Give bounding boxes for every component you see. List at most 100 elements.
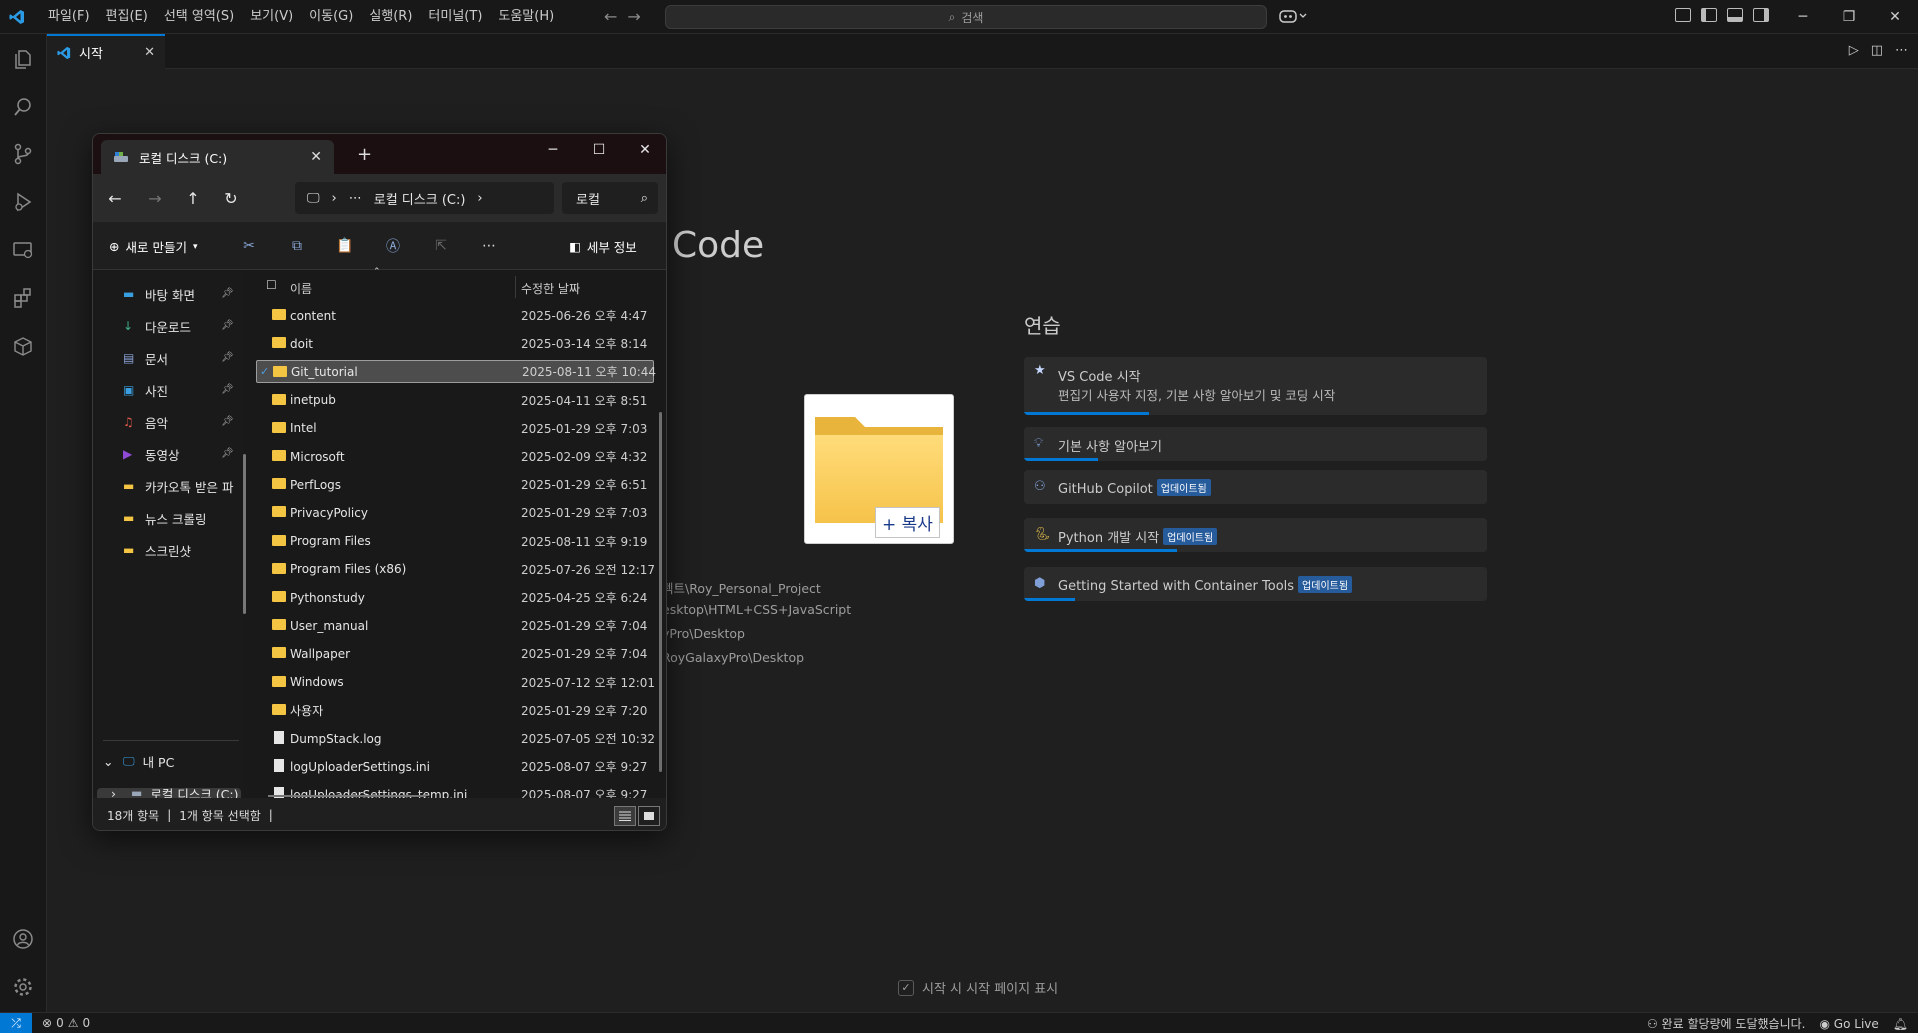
- more-icon[interactable]: ⋯: [349, 191, 362, 206]
- menu-item[interactable]: 터미널(T): [420, 0, 490, 34]
- recent-folder-path[interactable]: RoyGalaxyPro\Desktop: [662, 650, 804, 665]
- file-row[interactable]: 사용자 2025-01-29 오후 7:20: [256, 699, 654, 722]
- restore-icon[interactable]: ❐: [1826, 0, 1872, 34]
- file-row[interactable]: User_manual 2025-01-29 오후 7:04: [256, 614, 654, 637]
- row-checked-icon[interactable]: ✓: [260, 365, 269, 378]
- close-icon[interactable]: ✕: [1872, 0, 1918, 34]
- column-divider[interactable]: [515, 276, 516, 298]
- up-arrow-icon[interactable]: ↑: [181, 186, 205, 210]
- select-all-checkbox[interactable]: ☐: [266, 278, 277, 292]
- recent-folder-path[interactable]: esktop\HTML+CSS+JavaScript: [662, 602, 851, 617]
- share-icon[interactable]: ⇱: [431, 236, 451, 256]
- search-icon[interactable]: [10, 94, 36, 120]
- walkthrough-card[interactable]: 🐍︎ Python 개발 시작 업데이트됨: [1024, 518, 1487, 552]
- minimize-icon[interactable]: ─: [530, 134, 576, 166]
- extensions-icon[interactable]: [10, 285, 36, 311]
- forward-arrow-icon[interactable]: →: [143, 186, 167, 210]
- recent-folder-path[interactable]: 젝트\Roy_Personal_Project: [662, 578, 821, 597]
- copy-icon[interactable]: ⧉: [287, 236, 307, 256]
- close-icon[interactable]: ✕: [310, 149, 322, 165]
- file-row[interactable]: doit 2025-03-14 오후 8:14: [256, 332, 654, 355]
- split-editor-icon[interactable]: ◫: [1871, 43, 1883, 58]
- walkthrough-card[interactable]: ⚇ GitHub Copilot 업데이트됨: [1024, 470, 1487, 504]
- walkthrough-card[interactable]: 💡︎ 기본 사항 알아보기: [1024, 427, 1487, 461]
- problems-indicator[interactable]: ⊗ 0 ⚠ 0: [42, 1016, 90, 1030]
- file-row[interactable]: Microsoft 2025-02-09 오후 4:32: [256, 445, 654, 468]
- file-row[interactable]: PerfLogs 2025-01-29 오후 6:51: [256, 473, 654, 496]
- file-row[interactable]: inetpub 2025-04-11 오후 8:51: [256, 389, 654, 412]
- toggle-secondary-sidebar-icon[interactable]: [1753, 8, 1769, 22]
- large-icons-view-icon[interactable]: [638, 806, 660, 826]
- menu-item[interactable]: 선택 영역(S): [156, 0, 242, 34]
- checkbox-checked-icon[interactable]: ✓: [898, 979, 914, 996]
- maximize-icon[interactable]: ☐: [576, 134, 622, 166]
- copilot-quota-status[interactable]: ⚇ 완료 할당량에 도달했습니다.: [1647, 1015, 1806, 1032]
- refresh-icon[interactable]: ↻: [219, 186, 243, 210]
- file-row[interactable]: PrivacyPolicy 2025-01-29 오후 7:03: [256, 501, 654, 524]
- details-pane-button[interactable]: ◧ 세부 정보: [569, 237, 637, 256]
- show-welcome-on-startup[interactable]: ✓ 시작 시 시작 페이지 표시: [898, 978, 1058, 997]
- explorer-tab[interactable]: 로컬 디스크 (C:) ✕: [101, 140, 334, 174]
- file-row[interactable]: DumpStack.log 2025-07-05 오전 10:32: [256, 727, 655, 750]
- menu-item[interactable]: 파일(F): [40, 0, 98, 34]
- file-row[interactable]: Pythonstudy 2025-04-25 오후 6:24: [256, 586, 654, 609]
- chevron-down-icon[interactable]: ⌄: [103, 754, 115, 769]
- customize-layout-icon[interactable]: [1675, 8, 1691, 22]
- recent-folder-path[interactable]: yPro\Desktop: [662, 626, 745, 641]
- nav-pane-scrollbar[interactable]: [243, 454, 246, 614]
- menu-item[interactable]: 이동(G): [301, 0, 361, 34]
- file-row[interactable]: Intel 2025-01-29 오후 7:03: [256, 417, 654, 440]
- nav-item[interactable]: ▬ 카카오톡 받은 파: [123, 475, 241, 497]
- minimize-icon[interactable]: ─: [1780, 0, 1826, 34]
- file-row[interactable]: Program Files 2025-08-11 오후 9:19: [256, 530, 654, 553]
- close-icon[interactable]: ✕: [622, 134, 666, 166]
- tab-welcome[interactable]: 시작 ✕: [47, 34, 165, 69]
- new-button[interactable]: ⊕ 새로 만들기 ▾: [109, 237, 198, 256]
- cut-icon[interactable]: ✂: [239, 236, 259, 256]
- run-debug-icon[interactable]: [10, 189, 36, 215]
- back-arrow-icon[interactable]: ←: [103, 186, 127, 210]
- menu-item[interactable]: 편집(E): [98, 0, 156, 34]
- file-row[interactable]: ✓ Git_tutorial 2025-08-11 오후 10:44: [256, 360, 656, 384]
- go-live-button[interactable]: ◉ Go Live: [1819, 1017, 1878, 1031]
- command-center-search[interactable]: ⌕ 검색: [665, 5, 1267, 29]
- toggle-panel-icon[interactable]: [1727, 8, 1743, 22]
- file-row[interactable]: content 2025-06-26 오후 4:47: [256, 304, 654, 327]
- explorer-search-input[interactable]: 로컬 ⌕: [562, 182, 658, 214]
- file-row[interactable]: logUploaderSettings.ini 2025-08-07 오후 9:2…: [256, 755, 654, 778]
- nav-item[interactable]: ▬ 스크린샷: [123, 539, 241, 561]
- walkthrough-card[interactable]: ⬢ Getting Started with Container Tools 업데이…: [1024, 567, 1487, 601]
- menu-item[interactable]: 도움말(H): [490, 0, 562, 34]
- remote-indicator-icon[interactable]: ⤮: [0, 1012, 32, 1033]
- file-row[interactable]: Program Files (x86) 2025-07-26 오전 12:17: [256, 558, 655, 581]
- details-view-icon[interactable]: [614, 806, 636, 826]
- menu-item[interactable]: 보기(V): [242, 0, 301, 34]
- file-row[interactable]: Wallpaper 2025-01-29 오후 7:04: [256, 642, 654, 665]
- walkthrough-card[interactable]: ★ VS Code 시작 편집기 사용자 지정, 기본 사항 알아보기 및 코딩 시…: [1024, 357, 1487, 415]
- remote-explorer-icon[interactable]: [10, 237, 36, 263]
- column-modified[interactable]: 수정한 날짜: [521, 280, 580, 297]
- new-tab-plus-icon[interactable]: +: [357, 144, 372, 165]
- file-list-hscrollbar[interactable]: [268, 795, 426, 797]
- run-icon[interactable]: ▷: [1849, 43, 1859, 58]
- paste-icon[interactable]: 📋: [335, 236, 355, 256]
- toggle-primary-sidebar-icon[interactable]: [1701, 8, 1717, 22]
- chevron-right-icon[interactable]: ›: [477, 191, 482, 206]
- address-bar[interactable]: 🖵 › ⋯ 로컬 디스크 (C:) ›: [295, 182, 554, 214]
- copilot-menu-button[interactable]: [1279, 8, 1309, 28]
- close-icon[interactable]: ✕: [144, 45, 155, 60]
- containers-icon[interactable]: [10, 333, 36, 359]
- forward-arrow-icon[interactable]: →: [627, 7, 640, 26]
- column-name[interactable]: 이름: [290, 280, 312, 297]
- file-row[interactable]: Windows 2025-07-12 오후 12:01: [256, 671, 655, 694]
- back-arrow-icon[interactable]: ←: [604, 7, 617, 26]
- menu-item[interactable]: 실행(R): [361, 0, 420, 34]
- accounts-icon[interactable]: [10, 926, 36, 952]
- more-options-icon[interactable]: ⋯: [479, 236, 499, 256]
- rename-icon[interactable]: Ⓐ: [383, 236, 403, 256]
- explorer-files-icon[interactable]: [10, 46, 36, 72]
- notifications-bell-icon[interactable]: 🔔︎: [1893, 1017, 1908, 1031]
- nav-tree-item[interactable]: ⌄ 🖵 내 PC: [103, 750, 239, 772]
- nav-item[interactable]: ▬ 뉴스 크롤링: [123, 507, 241, 529]
- source-control-icon[interactable]: [10, 141, 36, 167]
